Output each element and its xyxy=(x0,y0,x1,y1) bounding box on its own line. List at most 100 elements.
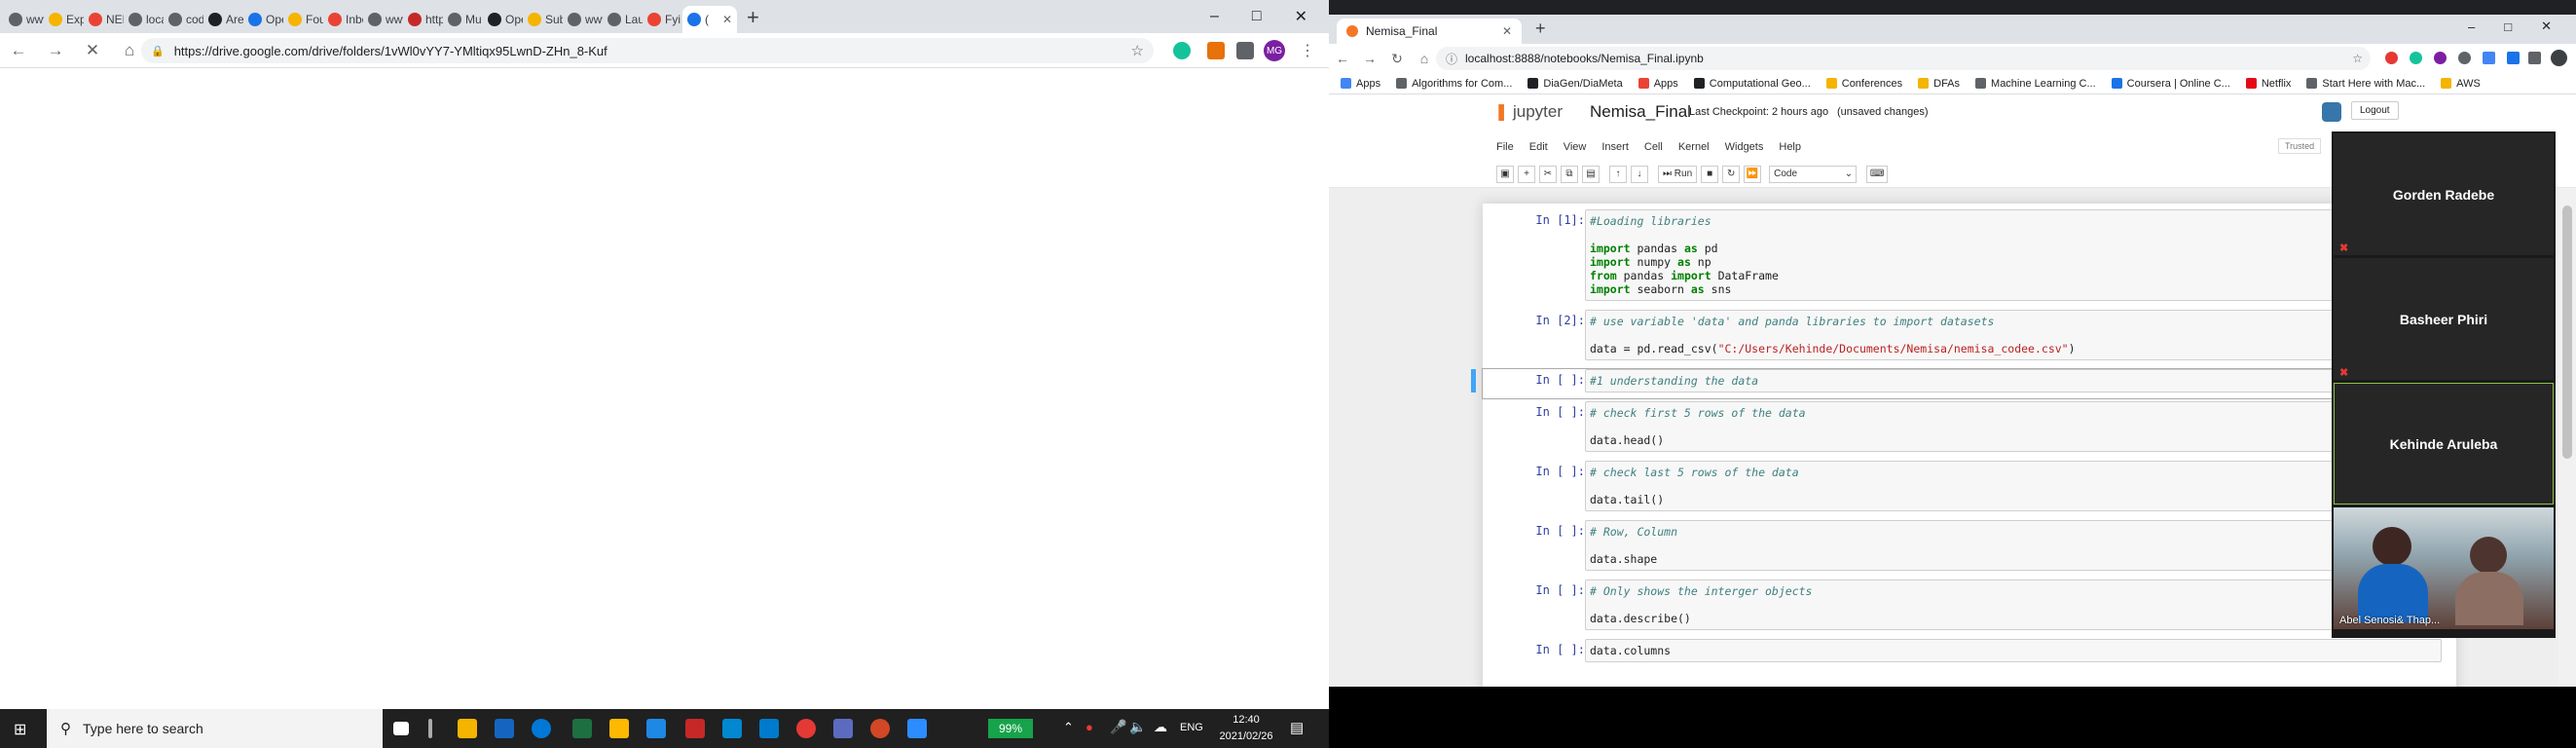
windows-start-icon[interactable]: ⊞ xyxy=(14,720,26,739)
browser-tab[interactable]: Ope xyxy=(243,6,283,33)
bookmark-item[interactable]: Coursera | Online C... xyxy=(2111,78,2230,90)
profile-avatar[interactable]: MG xyxy=(1264,40,1285,61)
scrollbar-thumb[interactable] xyxy=(2562,206,2572,459)
menu-kebab-icon[interactable]: ⋮ xyxy=(1300,41,1315,60)
code-editor[interactable]: # check first 5 rows of the data data.hea… xyxy=(1585,401,2442,452)
minimize-icon[interactable]: – xyxy=(1210,8,1219,25)
forward-icon[interactable]: → xyxy=(1356,51,1383,66)
bookmark-item[interactable]: Netflix xyxy=(2245,78,2291,90)
puzzle-icon[interactable] xyxy=(1236,42,1254,59)
star-icon[interactable]: ☆ xyxy=(1131,42,1144,59)
extension-icon[interactable] xyxy=(2434,52,2447,64)
browser-tab[interactable]: Fou xyxy=(283,6,323,33)
code-editor[interactable]: # check last 5 rows of the data data.tail… xyxy=(1585,461,2442,511)
code-editor[interactable]: data.columns xyxy=(1585,639,2442,662)
notebook-name[interactable]: Nemisa_Final xyxy=(1590,102,1691,122)
mail-icon[interactable] xyxy=(495,719,514,738)
bookmark-item[interactable]: DFAs xyxy=(1918,78,1960,90)
puzzle-icon[interactable] xyxy=(2528,52,2541,64)
bookmark-item[interactable]: Apps xyxy=(1638,78,1678,90)
copy-icon[interactable]: ⧉ xyxy=(1561,166,1578,183)
menu-widgets[interactable]: Widgets xyxy=(1725,141,1764,153)
tray-app-icon[interactable]: ● xyxy=(1086,720,1093,734)
tab-nemisa-final[interactable]: Nemisa_Final ✕ xyxy=(1337,19,1522,44)
cell-type-select[interactable]: Code ⌄ xyxy=(1769,166,1858,183)
left-url-field[interactable]: 🔒 https://drive.google.com/drive/folders… xyxy=(141,38,1154,63)
code-cell[interactable]: In [2]: # use variable 'data' and panda l… xyxy=(1483,310,2456,366)
move-up-icon[interactable]: ↑ xyxy=(1609,166,1627,183)
forward-icon[interactable]: → xyxy=(37,41,74,60)
trusted-badge[interactable]: Trusted xyxy=(2278,138,2322,154)
paste-icon[interactable]: ▤ xyxy=(1582,166,1600,183)
menu-cell[interactable]: Cell xyxy=(1644,141,1663,153)
maximize-icon[interactable]: □ xyxy=(1252,8,1262,25)
browser-tab[interactable]: Sub xyxy=(523,6,563,33)
app-l-icon[interactable] xyxy=(646,719,666,738)
bookmark-item[interactable]: Algorithms for Com... xyxy=(1396,78,1512,90)
opera-ext-icon[interactable] xyxy=(2385,52,2398,64)
logout-button[interactable]: Logout xyxy=(2351,101,2399,120)
notifications-icon[interactable]: ▤ xyxy=(1290,719,1304,736)
photos-icon[interactable] xyxy=(722,719,742,738)
browser-tab[interactable]: www xyxy=(4,6,44,33)
browser-tab[interactable]: NEN xyxy=(84,6,124,33)
participant-video[interactable]: Abel Senosi& Thap... xyxy=(2334,507,2554,629)
powerpoint-icon[interactable] xyxy=(870,719,890,738)
participant-tile[interactable]: Gorden Radebe ✖ xyxy=(2334,133,2554,255)
store-icon[interactable] xyxy=(609,719,629,738)
vscode-icon[interactable] xyxy=(759,719,779,738)
vertical-scrollbar[interactable] xyxy=(2558,188,2576,687)
taskbar-search-box[interactable]: ⚲ Type here to search xyxy=(47,709,383,748)
microphone-icon[interactable]: 🎤 xyxy=(1110,719,1126,735)
restart-kernel-icon[interactable]: ↻ xyxy=(1722,166,1741,183)
battery-indicator[interactable]: 99% xyxy=(988,719,1033,738)
code-editor[interactable]: #Loading libraries import pandas as pd imp… xyxy=(1585,209,2442,301)
language-indicator[interactable]: ENG xyxy=(1180,722,1203,733)
reload-icon[interactable]: ↻ xyxy=(1383,51,1411,67)
jupyter-logo[interactable]: ❚ jupyter xyxy=(1494,102,1563,122)
browser-tab[interactable]: loca xyxy=(124,6,164,33)
zoom-icon[interactable] xyxy=(907,719,927,738)
back-icon[interactable]: ← xyxy=(0,41,37,60)
browser-tab[interactable]: Are xyxy=(203,6,243,33)
move-down-icon[interactable]: ↓ xyxy=(1631,166,1648,183)
code-editor[interactable]: # use variable 'data' and panda librarie… xyxy=(1585,310,2442,360)
code-editor[interactable]: #1 understanding the data xyxy=(1585,369,2442,393)
code-cell[interactable]: In [1]: #Loading libraries import pandas a… xyxy=(1483,209,2456,307)
bookmark-item[interactable]: AWS xyxy=(2441,78,2481,90)
browser-tab[interactable]: http xyxy=(403,6,443,33)
close-icon[interactable]: ✕ xyxy=(1295,7,1307,26)
star-icon[interactable]: ☆ xyxy=(2352,52,2363,65)
menu-kernel[interactable]: Kernel xyxy=(1678,141,1710,153)
participant-tile-active[interactable]: Kehinde Aruleba xyxy=(2334,383,2554,505)
grammarly-icon[interactable] xyxy=(1173,42,1191,59)
code-cell[interactable]: In [ ]: #1 understanding the data xyxy=(1471,368,2457,399)
stop-kernel-icon[interactable]: ■ xyxy=(1701,166,1719,183)
code-cell[interactable]: In [ ]: # Row, Column data.shape xyxy=(1483,520,2456,577)
maximize-icon[interactable]: □ xyxy=(2504,19,2512,34)
code-cell[interactable]: In [ ]: # Only shows the interger objects… xyxy=(1483,580,2456,636)
save-icon[interactable]: ▣ xyxy=(1496,166,1514,183)
back-icon[interactable]: ← xyxy=(1329,51,1356,66)
code-cell[interactable]: In [ ]: data.columns xyxy=(1483,639,2456,668)
close-tab-icon[interactable]: ✕ xyxy=(722,13,732,26)
new-tab-icon[interactable]: + xyxy=(1535,19,1546,39)
clock[interactable]: 12:40 2021/02/26 xyxy=(1212,712,1280,745)
task-view-icon[interactable] xyxy=(393,722,409,735)
right-url-field[interactable]: ⓘ localhost:8888/notebooks/Nemisa_Final.… xyxy=(1436,47,2371,70)
command-palette-icon[interactable]: ⌨ xyxy=(1866,166,1889,183)
browser-tab[interactable]: Ope xyxy=(483,6,523,33)
menu-help[interactable]: Help xyxy=(1779,141,1801,153)
code-cell[interactable]: In [ ]: # check first 5 rows of the data d… xyxy=(1483,401,2456,458)
stop-icon[interactable]: ✕ xyxy=(74,41,111,60)
restart-run-all-icon[interactable]: ⏩ xyxy=(1744,166,1762,183)
browser-tab[interactable]: Mu xyxy=(443,6,483,33)
avatar[interactable] xyxy=(2551,50,2567,66)
browser-tab[interactable]: Fyi xyxy=(643,6,682,33)
edge-icon[interactable] xyxy=(532,719,551,738)
network-icon[interactable]: ☁ xyxy=(1154,719,1167,735)
minimize-icon[interactable]: – xyxy=(2468,19,2475,34)
menu-view[interactable]: View xyxy=(1564,141,1587,153)
browser-tab[interactable]: Inbc xyxy=(323,6,363,33)
run-button[interactable]: ⏭ Run xyxy=(1658,166,1698,183)
